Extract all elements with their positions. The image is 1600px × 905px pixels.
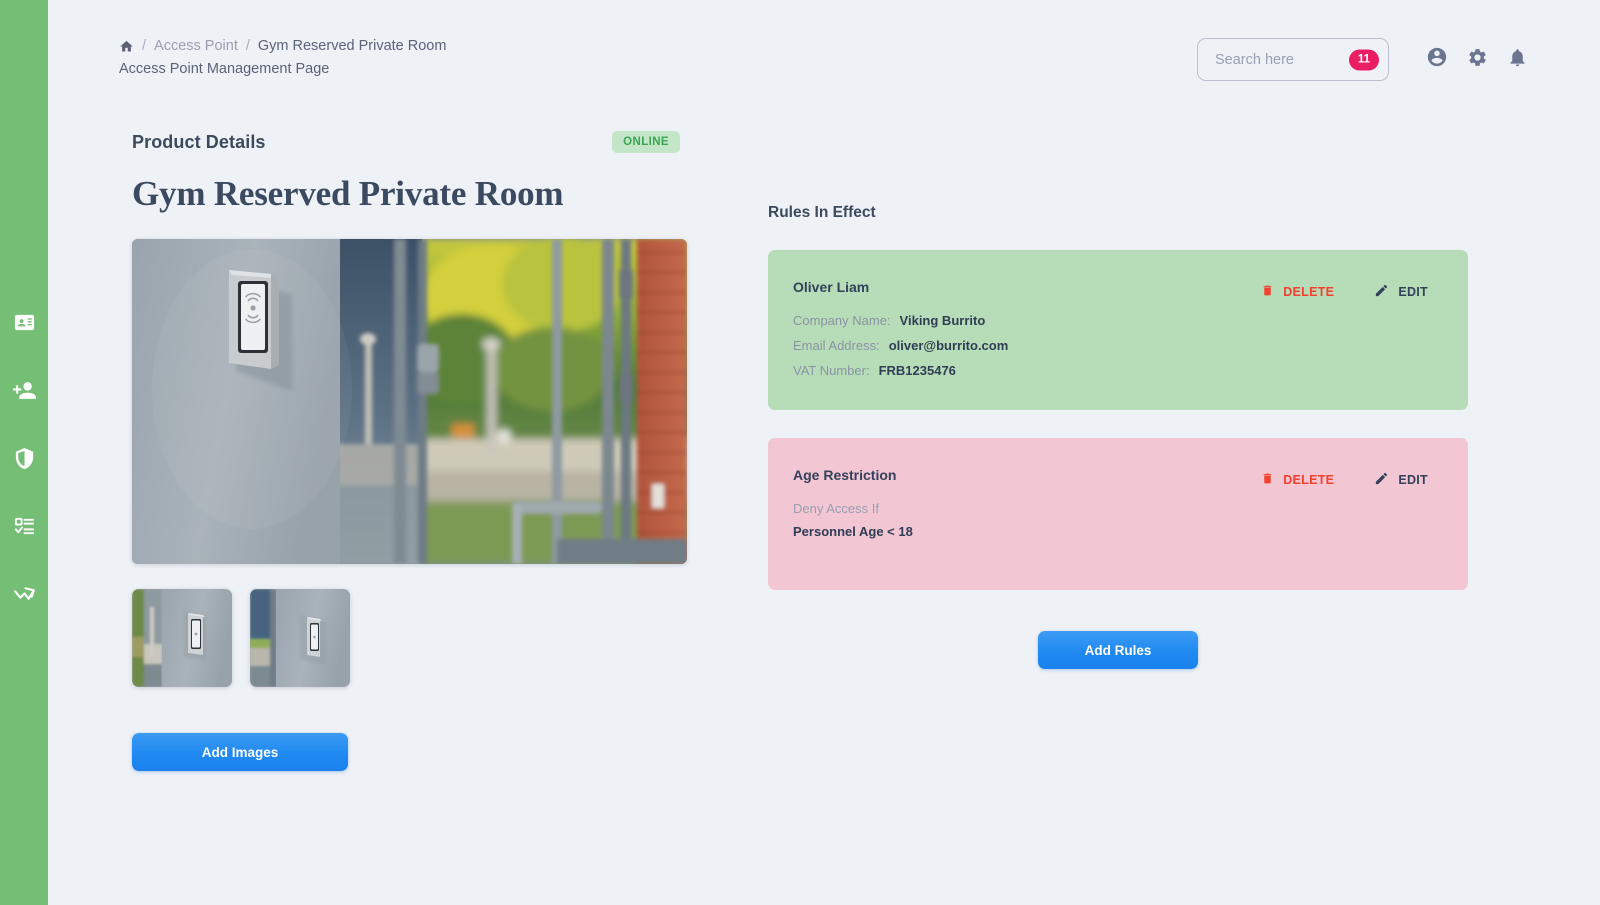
search-input[interactable] (1215, 51, 1335, 68)
thumbnail-list (132, 589, 692, 687)
thumbnail-item-1[interactable] (132, 589, 232, 687)
account-circle-icon (1426, 46, 1448, 73)
pencil-icon (1374, 471, 1389, 489)
analytics-icon (12, 582, 37, 607)
edit-label: EDIT (1398, 285, 1428, 299)
search-box[interactable]: 11 (1197, 38, 1389, 81)
rule-field-company-name: Company Name: Viking Burrito (793, 313, 1440, 328)
delete-label: DELETE (1283, 285, 1335, 299)
sidebar-item-id-badge[interactable] (0, 288, 48, 356)
home-icon[interactable] (119, 39, 134, 54)
status-badge: ONLINE (612, 131, 680, 153)
product-details-panel: Product Details ONLINE Gym Reserved Priv… (132, 131, 692, 771)
add-images-button[interactable]: Add Images (132, 733, 348, 771)
rule-card-actions: DELETE EDIT (1261, 471, 1428, 489)
trash-icon (1261, 471, 1274, 489)
product-name: Gym Reserved Private Room (132, 174, 564, 213)
sidebar-item-add-people[interactable] (0, 356, 48, 424)
breadcrumb-separator-2: / (245, 38, 250, 54)
edit-label: EDIT (1398, 473, 1428, 487)
notifications-icon-button[interactable] (1497, 40, 1537, 80)
sidebar-item-shield[interactable] (0, 424, 48, 492)
rule-field-label: VAT Number: (793, 363, 870, 378)
deny-access-label: Deny Access If (793, 501, 879, 516)
sidebar (0, 0, 48, 905)
delete-rule-button[interactable]: DELETE (1261, 283, 1334, 301)
edit-rule-button[interactable]: EDIT (1374, 471, 1428, 489)
header-actions: 11 (1197, 38, 1537, 81)
rule-card-actions: DELETE EDIT (1261, 283, 1428, 301)
rule-card-company: Oliver Liam Company Name: Viking Burrito… (768, 250, 1468, 410)
gear-icon (1467, 47, 1488, 73)
rule-field-value: FRB1235476 (878, 363, 956, 378)
id-badge-icon (13, 311, 36, 334)
thumbnail-item-2[interactable] (250, 589, 350, 687)
add-rules-button[interactable]: Add Rules (1038, 631, 1198, 669)
rule-field-value: oliver@burrito.com (888, 338, 1009, 353)
sidebar-item-analytics[interactable] (0, 560, 48, 628)
delete-rule-button[interactable]: DELETE (1261, 471, 1334, 489)
checklist-icon (13, 515, 36, 538)
rule-field-email-address: Email Address: oliver@burrito.com (793, 338, 1440, 353)
rule-card-age-restriction: Age Restriction Deny Access If Personnel… (768, 438, 1468, 590)
bell-icon (1507, 47, 1528, 73)
top-header: / Access Point / Gym Reserved Private Ro… (48, 0, 1600, 100)
pencil-icon (1374, 283, 1389, 301)
page-title: Product Details (132, 131, 266, 152)
shield-icon (13, 447, 36, 470)
page-body: / Access Point / Gym Reserved Private Ro… (48, 0, 1600, 905)
sidebar-item-checklist[interactable] (0, 492, 48, 560)
breadcrumb: / Access Point / Gym Reserved Private Ro… (119, 38, 446, 54)
trash-icon (1261, 283, 1274, 301)
product-details-header: Product Details ONLINE (132, 131, 680, 153)
delete-label: DELETE (1283, 473, 1335, 487)
settings-icon-button[interactable] (1457, 40, 1497, 80)
rules-panel: Rules In Effect Oliver Liam Company Name… (768, 204, 1468, 669)
breadcrumb-separator-1: / (142, 38, 147, 54)
hero-image[interactable] (132, 239, 687, 564)
breadcrumb-current: Gym Reserved Private Room (257, 38, 447, 54)
search-badge-count: 11 (1349, 49, 1379, 70)
account-icon-button[interactable] (1417, 40, 1457, 80)
rules-section-title: Rules In Effect (768, 204, 876, 221)
add-rules-container: Add Rules (768, 631, 1468, 669)
edit-rule-button[interactable]: EDIT (1374, 283, 1428, 301)
rule-field-value: Viking Burrito (899, 313, 986, 328)
breadcrumb-parent[interactable]: Access Point (154, 38, 238, 54)
add-people-icon (12, 378, 37, 403)
page-subtitle: Access Point Management Page (119, 61, 330, 77)
rule-field-label: Email Address: (793, 338, 880, 353)
rule-field-label: Company Name: (793, 313, 891, 328)
rule-field-vat-number: VAT Number: FRB1235476 (793, 363, 1440, 378)
deny-access-condition: Personnel Age < 18 (793, 524, 913, 539)
